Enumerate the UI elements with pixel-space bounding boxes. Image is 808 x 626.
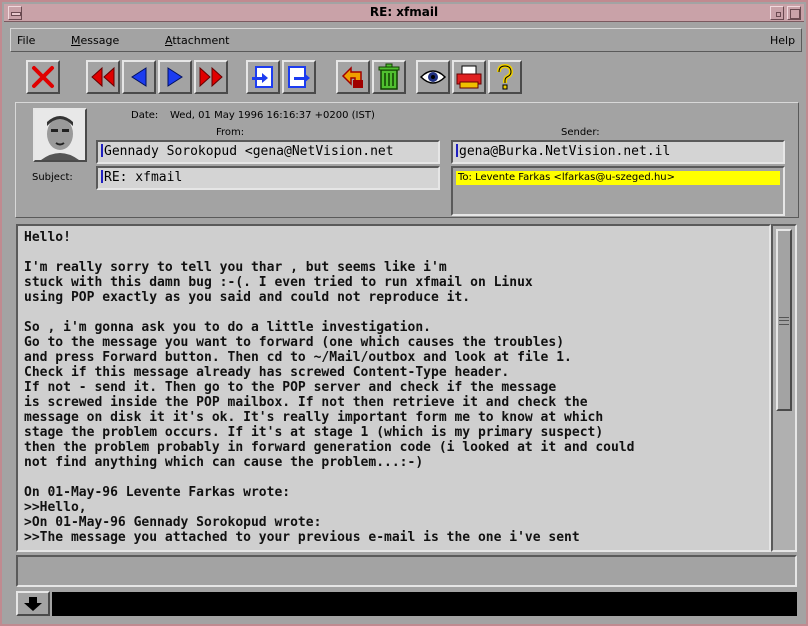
sender-field[interactable]: gena@Burka.NetVision.net.il [451,140,785,164]
menu-message-mnemonic: M [71,34,81,47]
reply-button[interactable] [246,60,280,94]
move-button[interactable] [336,60,370,94]
double-left-red-icon [91,66,115,88]
menu-file[interactable]: File [17,34,35,47]
last-message-button[interactable] [194,60,228,94]
subject-field[interactable]: RE: xfmail [96,166,440,190]
trash-button[interactable] [372,60,406,94]
scrollbar-thumb[interactable] [776,229,792,411]
from-field[interactable]: Gennady Sorokopud <gena@NetVision.net [96,140,440,164]
minimize-button[interactable] [770,6,784,20]
date-label: Date: [131,110,159,121]
reply-icon [252,66,273,88]
text-caret [101,144,103,157]
help-button[interactable] [488,60,522,94]
move-arrow-icon [341,66,363,88]
question-icon [497,63,514,90]
double-right-red-icon [199,66,223,88]
body-scrollbar[interactable] [771,224,797,552]
status-area [16,555,797,587]
menu-attachment-label: ttachment [172,34,230,47]
print-icon [456,65,482,89]
print-button[interactable] [452,60,486,94]
right-blue-icon [167,67,183,87]
sender-label: Sender: [561,127,600,138]
text-caret [101,170,103,183]
menu-message-label: essage [80,34,120,47]
date-value: Wed, 01 May 1996 16:16:37 +0200 (IST) [170,110,375,121]
subject-label: Subject: [32,172,73,183]
command-input[interactable] [52,592,797,616]
trash-icon [378,63,400,90]
text-caret [456,144,458,157]
sender-value: gena@Burka.NetVision.net.il [459,144,671,159]
red-x-icon [32,66,54,88]
from-value: Gennady Sorokopud <gena@NetVision.net [104,144,394,159]
message-body[interactable]: Hello! I'm really sorry to tell you thar… [16,224,771,552]
eye-icon [419,70,447,84]
subject-value: RE: xfmail [104,170,183,185]
recipient-to[interactable]: To: Levente Farkas <lfarkas@u-szeged.hu> [456,171,780,185]
down-arrow-icon [24,596,42,611]
grip-icon [779,317,789,325]
maximize-button[interactable] [787,6,801,20]
title-bar[interactable]: RE: xfmail [4,4,804,22]
menu-attachment[interactable]: Attachment [165,34,230,47]
left-blue-icon [131,67,147,87]
app-window: RE: xfmail File Message Attachment Help [0,0,808,626]
forward-icon [288,66,310,88]
menu-help[interactable]: Help [770,34,795,47]
first-message-button[interactable] [86,60,120,94]
recipients-list[interactable]: To: Levente Farkas <lfarkas@u-szeged.hu> [451,166,785,216]
sender-avatar [33,108,87,162]
message-body-text: Hello! I'm really sorry to tell you thar… [24,230,635,545]
face-icon [35,110,85,160]
next-message-button[interactable] [158,60,192,94]
menu-bar: File Message Attachment Help [10,28,802,52]
expand-button[interactable] [16,591,50,616]
forward-button[interactable] [282,60,316,94]
window-title: RE: xfmail [369,5,439,19]
menu-message[interactable]: Message [71,34,119,47]
from-label: From: [216,127,245,138]
previous-message-button[interactable] [122,60,156,94]
view-button[interactable] [416,60,450,94]
delete-button[interactable] [26,60,60,94]
